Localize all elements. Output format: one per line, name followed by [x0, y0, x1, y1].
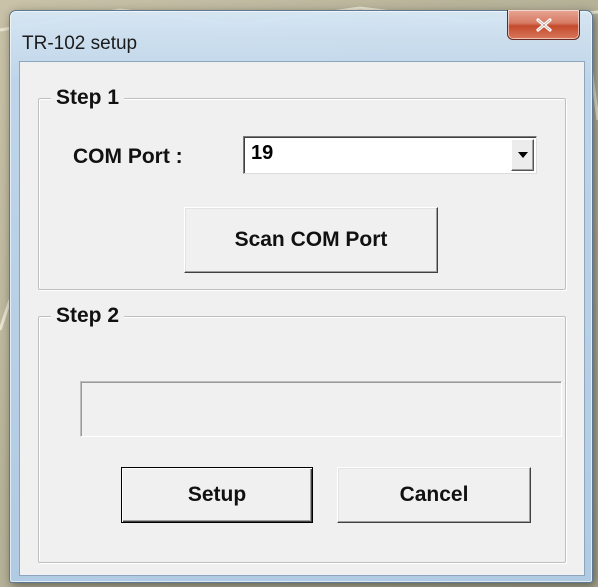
com-port-dropdown-button[interactable]: [511, 139, 534, 171]
com-port-value: 19: [251, 142, 274, 164]
setup-button[interactable]: Setup: [121, 467, 313, 523]
com-port-label: COM Port :: [73, 145, 183, 168]
chevron-down-icon: [517, 152, 528, 158]
step1-group: Step 1 COM Port : 19 Scan COM Port: [38, 86, 566, 290]
close-button[interactable]: [507, 10, 580, 40]
com-port-select[interactable]: 19: [243, 136, 537, 174]
setup-dialog: TR-102 setup Step 1 COM Port : 19 Scan C…: [9, 10, 593, 583]
window-title: TR-102 setup: [22, 33, 138, 54]
close-icon: [535, 17, 552, 32]
step2-group: Step 2 Setup Cancel: [38, 304, 566, 563]
setup-progress-bar: [80, 381, 562, 437]
step2-legend: Step 2: [51, 304, 125, 328]
scan-com-port-button[interactable]: Scan COM Port: [184, 207, 438, 273]
step1-legend: Step 1: [51, 86, 125, 110]
cancel-button[interactable]: Cancel: [337, 467, 531, 523]
dialog-client-area: Step 1 COM Port : 19 Scan COM Port Step …: [19, 61, 585, 576]
